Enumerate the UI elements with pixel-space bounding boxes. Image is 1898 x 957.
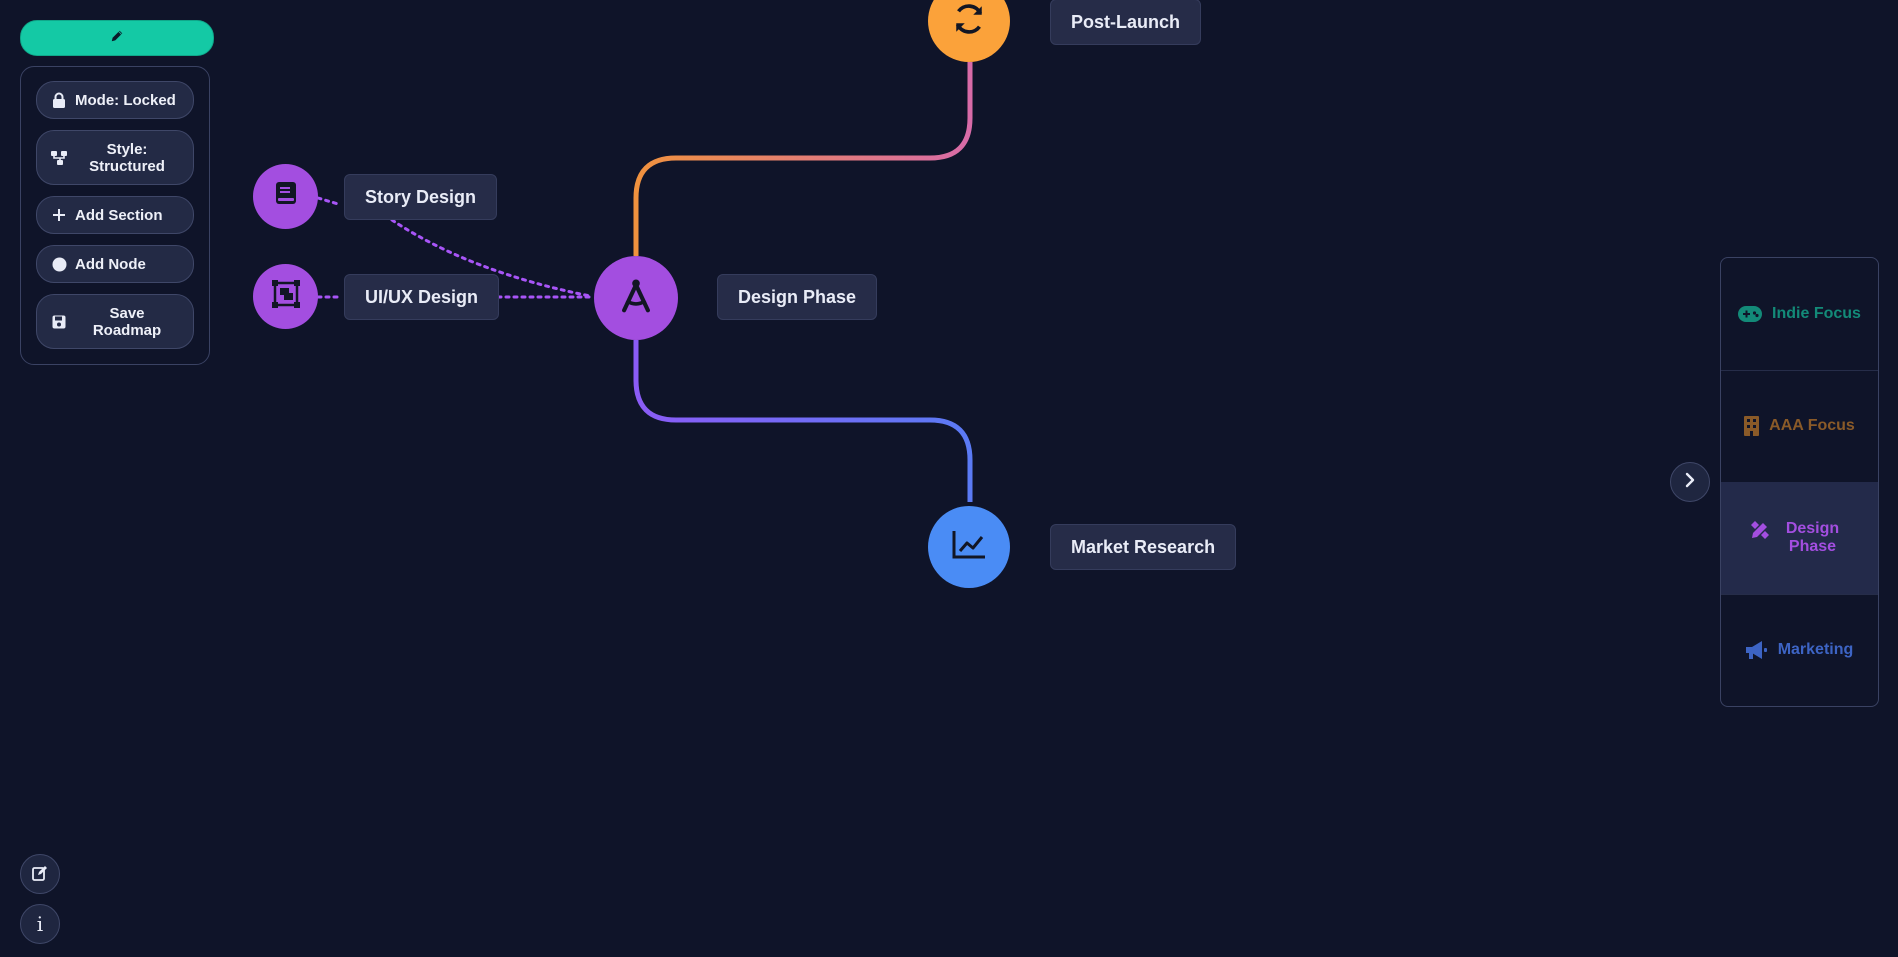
object-group-icon xyxy=(271,280,300,313)
edit-button[interactable] xyxy=(20,854,60,894)
sidebar-item-design-phase[interactable]: Design Phase xyxy=(1721,482,1878,595)
node-label-story-design: Story Design xyxy=(344,174,498,220)
node-uiux-design[interactable] xyxy=(253,264,318,329)
compass-drafting-icon xyxy=(617,277,655,320)
node-label-post-launch: Post-Launch xyxy=(1050,0,1202,45)
edit-icon xyxy=(32,862,48,886)
sidebar-item-label: AAA Focus xyxy=(1769,417,1855,434)
connector-layer xyxy=(316,62,973,502)
sidebar-item-label: Design Phase xyxy=(1785,520,1840,555)
section-sidebar: Indie Focus AAA Focus Design Phase Marke… xyxy=(1720,257,1879,707)
info-button[interactable]: i xyxy=(20,904,60,944)
refresh-icon xyxy=(952,2,986,41)
node-label-design-phase: Design Phase xyxy=(717,274,878,320)
info-icon: i xyxy=(36,912,44,936)
sidebar-item-indie-focus[interactable]: Indie Focus xyxy=(1721,258,1878,371)
chevron-right-icon xyxy=(1684,472,1696,493)
node-design-phase[interactable] xyxy=(594,256,678,340)
edge-design-to-market-research xyxy=(633,340,973,502)
node-label-market-research: Market Research xyxy=(1050,524,1237,570)
building-icon xyxy=(1744,416,1760,436)
node-story-design[interactable] xyxy=(253,164,318,229)
edge-design-to-postlaunch xyxy=(633,62,973,256)
megaphone-icon xyxy=(1745,641,1768,659)
node-label-uiux-design: UI/UX Design xyxy=(344,274,500,320)
node-market-research[interactable] xyxy=(928,506,1010,588)
gamepad-icon xyxy=(1738,306,1763,322)
sidebar-item-label: Indie Focus xyxy=(1772,305,1861,322)
chart-line-icon xyxy=(952,530,986,565)
collapse-sidebar-button[interactable] xyxy=(1670,462,1710,502)
design-tools-icon xyxy=(1750,520,1770,540)
sidebar-item-marketing[interactable]: Marketing xyxy=(1721,594,1878,706)
book-icon xyxy=(275,181,297,212)
sidebar-item-label: Marketing xyxy=(1777,641,1854,658)
sidebar-item-aaa-focus[interactable]: AAA Focus xyxy=(1721,370,1878,483)
